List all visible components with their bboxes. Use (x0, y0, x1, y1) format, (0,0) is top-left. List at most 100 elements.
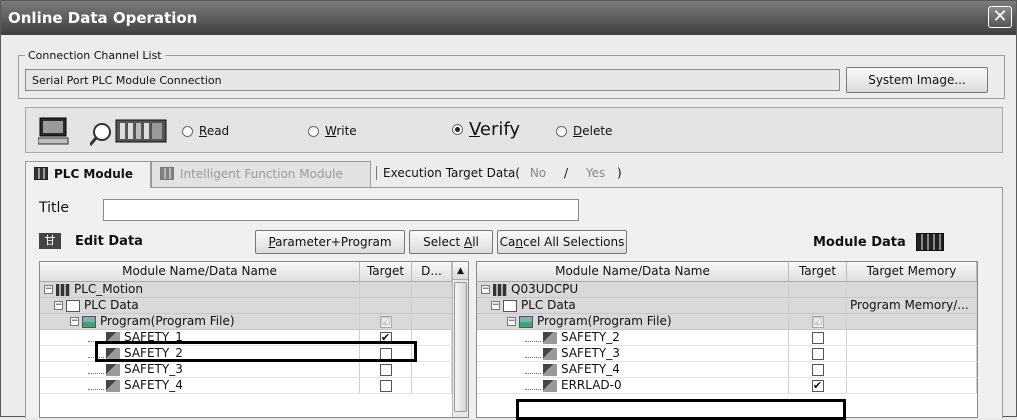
table-row[interactable]: SAFETY_3 (477, 346, 977, 362)
row-target (360, 298, 412, 313)
row-memory (847, 378, 977, 393)
system-image-button[interactable]: System Image... (846, 67, 988, 93)
plc-search-icon (90, 119, 167, 146)
row-name: Program(Program File) (100, 314, 235, 328)
row-name: SAFETY_4 (124, 378, 183, 392)
verify-radio-circle[interactable] (452, 124, 463, 135)
read-radio[interactable]: Read (182, 124, 229, 138)
verify-radio[interactable]: Verify (452, 119, 520, 140)
row-d (412, 314, 452, 329)
col-header-module-name[interactable]: Module Name/Data Name (40, 262, 360, 281)
target-checkbox[interactable] (379, 348, 392, 360)
program-file-icon (106, 331, 120, 344)
edit-data-label: Edit Data (75, 233, 143, 249)
title-field[interactable] (103, 199, 579, 221)
exec-target-no: No (529, 166, 547, 180)
read-radio-circle[interactable] (182, 125, 193, 137)
row-name: SAFETY_4 (561, 362, 620, 376)
computer-icon (38, 117, 69, 145)
scroll-thumb[interactable] (454, 282, 467, 412)
target-checkbox[interactable]: ☑ (811, 316, 824, 328)
collapse-icon[interactable]: − (44, 285, 53, 294)
row-d (412, 330, 452, 345)
edit-data-scrollbar[interactable]: ▲ (452, 262, 468, 417)
col-header-target-memory[interactable]: Target Memory (847, 262, 977, 281)
row-target (789, 298, 847, 313)
row-d (412, 298, 452, 313)
exec-target-sep: / (563, 166, 569, 180)
target-checkbox[interactable]: ✔ (811, 380, 824, 392)
program-file-icon (106, 363, 120, 376)
table-row[interactable]: SAFETY_4 (40, 378, 468, 394)
table-row[interactable]: − PLC Data (40, 298, 468, 314)
col-header-target[interactable]: Target (360, 262, 412, 281)
table-row[interactable]: − Program(Program File) ☑ (477, 314, 977, 330)
module-data-icon (915, 233, 944, 251)
target-checkbox[interactable] (811, 332, 824, 344)
col-header-d[interactable]: D... (412, 262, 452, 281)
edit-data-header: 甘 Edit Data (39, 233, 143, 249)
write-radio[interactable]: Write (308, 124, 357, 138)
module-data-grid-header: Module Name/Data Name Target Target Memo… (477, 262, 977, 282)
tab-plc-module[interactable]: PLC Module (25, 161, 151, 188)
collapse-icon[interactable]: − (481, 285, 490, 294)
exec-target-yes: Yes (585, 166, 606, 180)
module-data-label: Module Data (813, 234, 906, 250)
read-radio-label: Read (199, 124, 230, 138)
table-row[interactable]: SAFETY_3 (40, 362, 468, 378)
table-row[interactable]: SAFETY_2 (477, 330, 977, 346)
row-target (360, 282, 412, 297)
table-row[interactable]: − PLC_Motion (40, 282, 468, 298)
col-header-module-name[interactable]: Module Name/Data Name (477, 262, 789, 281)
execution-target-data: Execution Target Data( No / Yes ) (376, 166, 622, 180)
collapse-icon[interactable]: − (54, 301, 63, 310)
program-folder-icon (519, 315, 533, 328)
row-memory: Program Memory/... (847, 298, 977, 313)
collapse-icon[interactable]: − (507, 317, 516, 326)
delete-radio-label: Delete (573, 124, 613, 138)
verify-radio-label: Verify (469, 119, 521, 140)
delete-radio-circle[interactable] (556, 125, 567, 137)
program-file-icon (543, 347, 557, 360)
row-name: SAFETY_1 (124, 330, 183, 344)
row-name: SAFETY_3 (124, 362, 183, 376)
cpu-module-icon (493, 283, 507, 296)
target-checkbox[interactable]: ☑ (379, 316, 392, 328)
table-row[interactable]: − PLC Data Program Memory/... (477, 298, 977, 314)
table-row[interactable]: − Program(Program File) ☑ (40, 314, 468, 330)
delete-radio[interactable]: Delete (556, 124, 612, 138)
table-row[interactable]: SAFETY_1 ✔ (40, 330, 468, 346)
close-button[interactable]: ✕ (988, 6, 1012, 28)
target-checkbox[interactable] (379, 364, 392, 376)
exec-target-label: Execution Target Data( (383, 166, 520, 180)
row-memory (847, 362, 977, 377)
write-radio-circle[interactable] (308, 125, 319, 137)
row-memory (847, 314, 977, 329)
parameter-program-button[interactable]: Parameter+Program (255, 230, 405, 254)
target-checkbox[interactable] (811, 364, 824, 376)
cancel-all-selections-button[interactable]: Cancel All Selections (497, 230, 627, 254)
target-checkbox[interactable] (811, 348, 824, 360)
program-file-icon (543, 331, 557, 344)
col-header-target[interactable]: Target (789, 262, 847, 281)
row-name: ERRLAD-0 (561, 378, 622, 392)
row-name: PLC Data (521, 298, 576, 312)
table-row[interactable]: SAFETY_4 (477, 362, 977, 378)
intelligent-module-icon (160, 167, 174, 180)
scroll-up-button[interactable]: ▲ (453, 262, 468, 280)
exec-target-close: ) (617, 166, 622, 180)
target-checkbox[interactable] (379, 380, 392, 392)
row-name: PLC Data (84, 298, 139, 312)
tab-plc-module-label: PLC Module (54, 167, 133, 181)
edit-data-grid: Module Name/Data Name Target D... − PLC_… (39, 261, 469, 418)
collapse-icon[interactable]: − (491, 301, 500, 310)
target-checkbox[interactable]: ✔ (379, 332, 392, 344)
module-data-grid: Module Name/Data Name Target Target Memo… (476, 261, 978, 418)
table-row[interactable]: SAFETY_2 (40, 346, 468, 362)
collapse-icon[interactable]: − (70, 317, 79, 326)
write-radio-label: Write (325, 124, 357, 138)
select-all-button[interactable]: Select All (409, 230, 493, 254)
table-row[interactable]: − Q03UDCPU (477, 282, 977, 298)
tab-intelligent-function-module[interactable]: Intelligent Function Module (151, 161, 371, 187)
table-row[interactable]: ERRLAD-0 ✔ (477, 378, 977, 394)
